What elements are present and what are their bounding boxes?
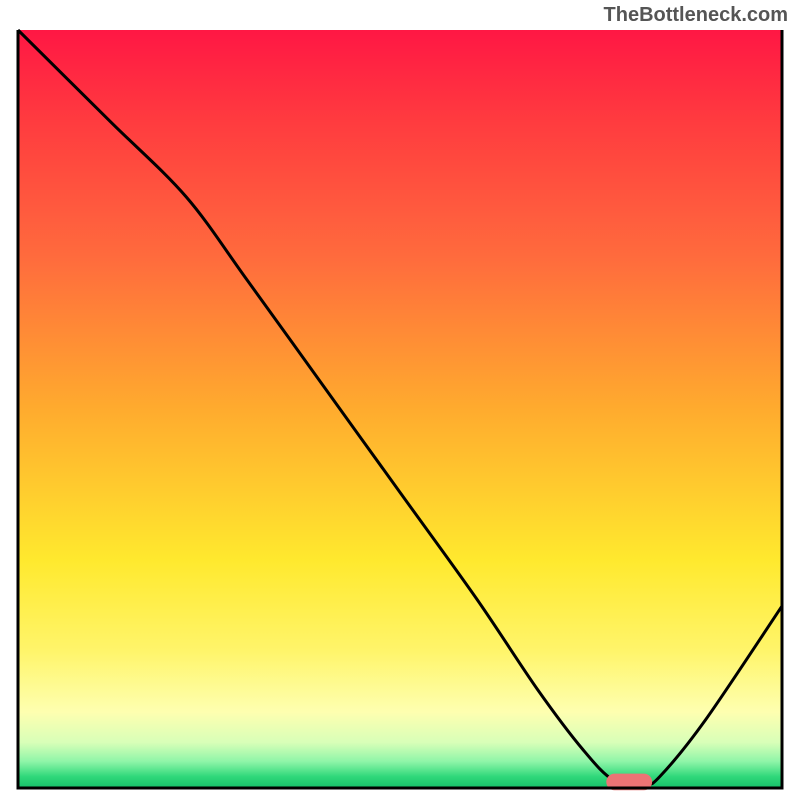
- chart-container: TheBottleneck.com: [0, 0, 800, 800]
- bottleneck-chart: [0, 0, 800, 800]
- watermark-text: TheBottleneck.com: [604, 4, 788, 27]
